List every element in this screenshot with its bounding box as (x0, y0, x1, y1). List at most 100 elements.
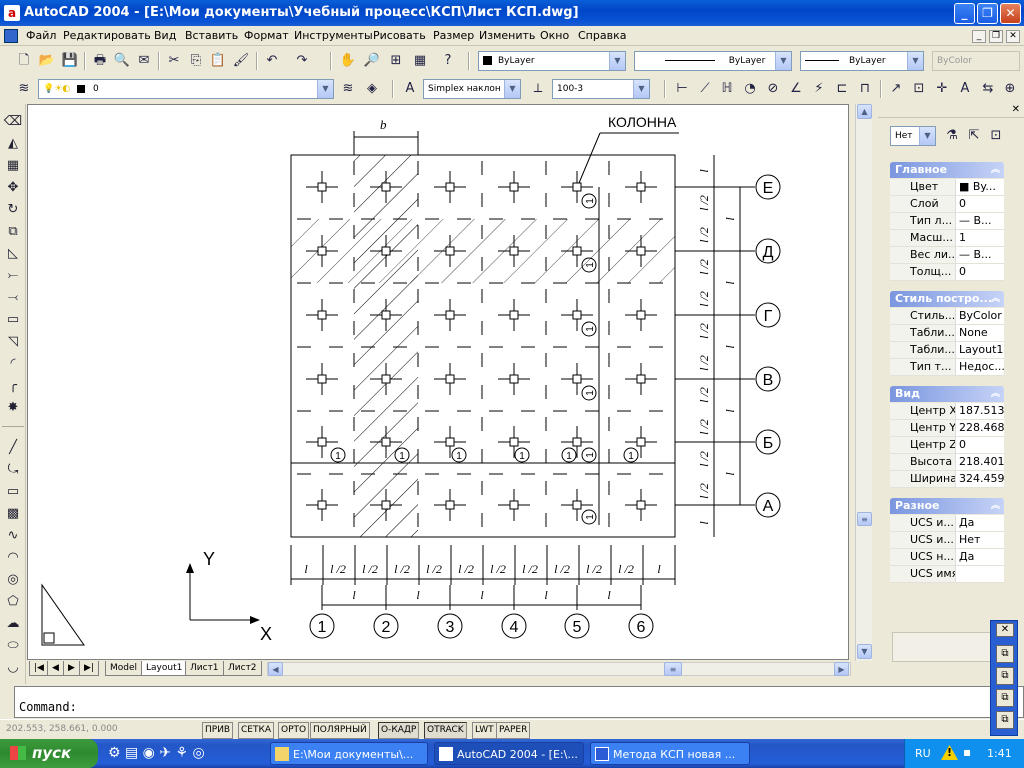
break-icon[interactable]: ▭ (3, 310, 23, 330)
tab-list2[interactable]: Лист2 (223, 661, 262, 676)
scroll-down-icon[interactable]: ▼ (857, 644, 872, 659)
cut-icon[interactable]: ✂ (164, 51, 184, 71)
property-value[interactable]: ByColor (956, 308, 1004, 324)
osnap-toggle[interactable]: О-КАДР (378, 722, 420, 739)
doc-restore-button[interactable]: ❐ (989, 30, 1003, 43)
erase-icon[interactable]: ⌫ (3, 112, 23, 132)
ortho-toggle[interactable]: ОРТО (278, 722, 310, 739)
property-row[interactable]: Тип т... Недос... (890, 359, 1004, 376)
snap-toggle[interactable]: ПРИВ (202, 722, 234, 739)
doc-close-button[interactable]: ✕ (1006, 30, 1020, 43)
otrack-toggle[interactable]: OTRACK (424, 722, 467, 739)
match-properties-icon[interactable]: 🖌 (231, 51, 251, 71)
aligned-dim-icon[interactable]: ⟋ (695, 79, 715, 99)
spline-icon[interactable]: ∿ (3, 526, 23, 546)
horizontal-scrollbar[interactable]: ◀ ≡ ▶ (267, 662, 851, 676)
color-combo[interactable]: ByLayer ▼ (478, 51, 626, 71)
menu-file[interactable]: Файл (26, 29, 56, 42)
language-indicator[interactable]: RU (915, 747, 931, 760)
collapse-chevron-icon[interactable]: ︽ (991, 498, 1000, 514)
property-value[interactable]: — B... (956, 247, 1004, 263)
document-icon[interactable] (4, 29, 18, 43)
chamfer-icon[interactable]: ◹ (3, 332, 23, 352)
text-style-combo[interactable]: Simplex наклон 3 ▼ (423, 79, 521, 99)
trim-icon[interactable]: ⤚ (3, 266, 23, 286)
property-value[interactable] (956, 566, 1004, 582)
print-preview-icon[interactable]: 🔍 (112, 51, 132, 71)
vertical-scrollbar[interactable]: ▲ ≡ ▼ (855, 104, 872, 661)
menu-draw[interactable]: Рисовать (373, 29, 426, 42)
menu-dimension[interactable]: Размер (433, 29, 474, 42)
linetype-combo[interactable]: ByLayer ▼ (634, 51, 792, 71)
tray-icons[interactable]: ▪ (963, 745, 971, 759)
selection-combo[interactable]: Нет ▼ (890, 126, 936, 146)
select-objects-icon[interactable]: ⇱ (964, 126, 984, 146)
lwt-toggle[interactable]: LWT (472, 722, 497, 739)
tolerance-icon[interactable]: ⊡ (909, 79, 929, 99)
drawing-canvas[interactable]: Е Д Г В Б А 1 2 3 4 5 6 l l /2 l /2 l /2 l /2 l /2 l /2 l /… (27, 104, 849, 660)
layer-isolate-icon[interactable]: ⧉ (996, 711, 1014, 729)
rotate-icon[interactable]: ↻ (3, 200, 23, 220)
property-row[interactable]: Стиль... ByColor (890, 308, 1004, 325)
warning-icon[interactable]: ! (941, 745, 958, 760)
menu-format[interactable]: Формат (244, 29, 289, 42)
command-window[interactable]: Command: (14, 686, 1024, 718)
pan-realtime-icon[interactable]: ✋ (338, 51, 358, 71)
line-icon[interactable]: ╱ (3, 438, 23, 458)
center-mark-icon[interactable]: ✛ (932, 79, 952, 99)
collapse-chevron-icon[interactable]: ︽ (991, 291, 1000, 307)
polygon-icon[interactable]: ⬠ (3, 592, 23, 612)
dimedit-icon[interactable]: A (955, 79, 975, 99)
first-tab-arrow[interactable]: |◀ (29, 661, 49, 676)
property-value[interactable]: 218.401 (956, 454, 1004, 470)
next-tab-arrow[interactable]: ▶ (63, 661, 80, 676)
publish-icon[interactable]: ✉ (134, 51, 154, 71)
arc-icon[interactable]: ◠ (3, 548, 23, 568)
start-button[interactable]: пуск (0, 739, 98, 768)
property-row[interactable]: UCS и... Нет (890, 532, 1004, 549)
property-row[interactable]: UCS и... Да (890, 515, 1004, 532)
fillet2-icon[interactable]: ╭ (3, 376, 23, 396)
angular-dim-icon[interactable]: ∠ (786, 79, 806, 99)
ordinate-dim-icon[interactable]: ℍ (717, 79, 737, 99)
print-icon[interactable]: 🖶 (90, 51, 110, 71)
properties-section-header[interactable]: Разное ︽ (890, 498, 1004, 514)
layer-manager-icon[interactable]: ≋ (14, 79, 34, 99)
menu-modify[interactable]: Изменить (479, 29, 535, 42)
menu-insert[interactable]: Вставить (185, 29, 238, 42)
menu-edit[interactable]: Редактировать (63, 29, 151, 42)
task-word[interactable]: Метода КСП новая ... (590, 742, 750, 765)
open-folder-icon[interactable]: 📂 (37, 51, 57, 71)
property-row[interactable]: Ширина 324.459 (890, 471, 1004, 488)
property-row[interactable]: UCS н... Да (890, 549, 1004, 566)
property-value[interactable]: Недос... (956, 359, 1004, 375)
task-autocad[interactable]: AutoCAD 2004 - [E:\... (434, 742, 584, 765)
polyline-icon[interactable]: ⤿ (3, 460, 23, 480)
floating-close-icon[interactable]: ✕ (996, 623, 1014, 637)
property-row[interactable]: Табли... None (890, 325, 1004, 342)
doc-minimize-button[interactable]: _ (972, 30, 986, 43)
layer-previous-icon[interactable]: ◈ (362, 79, 382, 99)
paper-toggle[interactable]: PAPER (496, 722, 531, 739)
hscroll-thumb[interactable]: ≡ (664, 662, 682, 676)
property-row[interactable]: Вес ли... — B... (890, 247, 1004, 264)
menu-tools[interactable]: Инструменты (294, 29, 373, 42)
palette-close-icon[interactable]: ✕ (1012, 104, 1020, 115)
property-row[interactable]: Центр Y 228.468 (890, 420, 1004, 437)
stretch-icon[interactable]: ◺ (3, 244, 23, 264)
scroll-right-icon[interactable]: ▶ (834, 662, 849, 676)
property-row[interactable]: Цвет ■ By... (890, 179, 1004, 196)
collapse-chevron-icon[interactable]: ︽ (991, 162, 1000, 178)
diameter-dim-icon[interactable]: ⊘ (763, 79, 783, 99)
scale-icon[interactable]: ⧉ (3, 222, 23, 242)
move-icon[interactable]: ✥ (3, 178, 23, 198)
property-value[interactable]: Да (956, 515, 1004, 531)
menu-window[interactable]: Окно (540, 29, 569, 42)
pickadd-icon[interactable]: ⊡ (986, 126, 1006, 146)
property-row[interactable]: Толщ... 0 (890, 264, 1004, 281)
quicklaunch-icons[interactable]: ⚙ ▤ ◉ ✈ ⚘ ◎ (108, 745, 205, 761)
polar-toggle[interactable]: ПОЛЯРНЫЙ (310, 722, 370, 739)
quick-select-icon[interactable]: ⚗ (942, 126, 962, 146)
dim-style-icon[interactable]: ⟂ (528, 79, 548, 99)
layer-walk-icon[interactable]: ⧉ (996, 645, 1014, 663)
